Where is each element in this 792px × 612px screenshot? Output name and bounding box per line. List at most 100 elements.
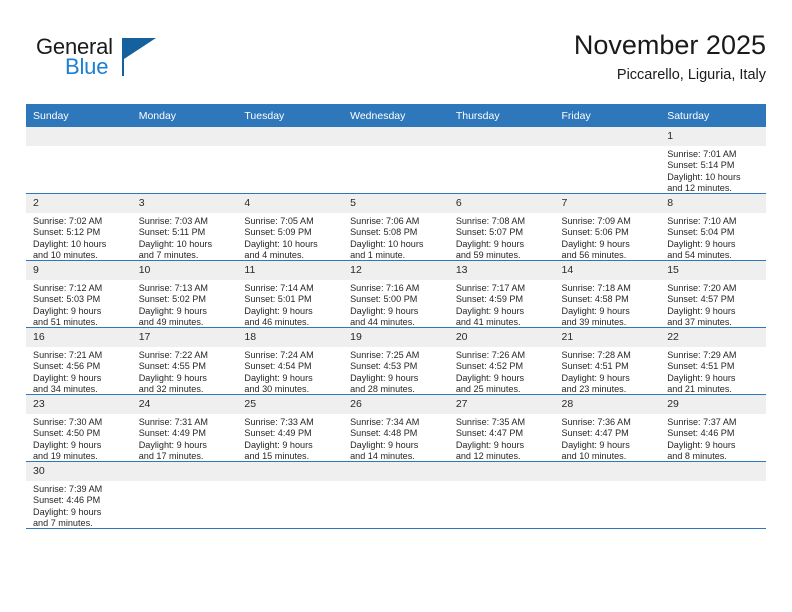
calendar-day-cell[interactable]: 5 Sunrise: 7:06 AM Sunset: 5:08 PM Daylight…	[343, 193, 449, 261]
calendar-day-cell[interactable]: 22 Sunrise: 7:29 AM Sunset: 4:51 PM Dayligh…	[660, 327, 766, 395]
daylight-duration-line1: Daylight: 9 hours	[138, 372, 207, 383]
sunrise-time: Sunrise: 7:10 AM	[667, 216, 737, 226]
day-sun-info: Sunrise: 7:14 AM Sunset: 5:01 PM Daylight:…	[237, 280, 343, 329]
day-cell-inner: 13 Sunrise: 7:17 AM Sunset: 4:59 PM Dayligh…	[448, 261, 555, 327]
day-number	[448, 462, 555, 481]
calendar-day-cell[interactable]: 17 Sunrise: 7:22 AM Sunset: 4:55 PM Dayligh…	[131, 327, 238, 395]
calendar-day-cell[interactable]: 6 Sunrise: 7:08 AM Sunset: 5:07 PM Daylight…	[448, 193, 555, 262]
calendar-day-cell[interactable]: 28 Sunrise: 7:36 AM Sunset: 4:47 PM Dayligh…	[554, 394, 661, 462]
day-cell-inner: 22 Sunrise: 7:29 AM Sunset: 4:51 PM Dayligh…	[660, 328, 766, 394]
calendar-day-cell-empty	[660, 461, 766, 529]
day-number: 28	[554, 395, 661, 414]
sunset-time: Sunset: 5:02 PM	[138, 294, 206, 305]
calendar-day-cell[interactable]: 16 Sunrise: 7:21 AM Sunset: 4:56 PM Dayligh…	[26, 327, 132, 395]
calendar-day-cell[interactable]: 10 Sunrise: 7:13 AM Sunset: 5:02 PM Dayligh…	[131, 260, 238, 329]
sunset-time: Sunset: 4:46 PM	[33, 495, 101, 506]
calendar-day-cell[interactable]: 27 Sunrise: 7:35 AM Sunset: 4:47 PM Dayligh…	[448, 394, 555, 462]
sunset-time: Sunset: 4:47 PM	[455, 428, 524, 439]
calendar-day-cell[interactable]: 2 Sunrise: 7:02 AM Sunset: 5:12 PM Daylight…	[26, 193, 132, 261]
general-blue-logo[interactable]: General Blue	[36, 34, 226, 90]
sunrise-time: Sunrise: 7:35 AM	[455, 417, 526, 427]
daylight-duration-line1: Daylight: 9 hours	[667, 238, 736, 249]
page-header: General Blue November 2025 Piccarello, L…	[26, 28, 766, 98]
calendar-day-cell[interactable]: 4 Sunrise: 7:05 AM Sunset: 5:09 PM Daylight…	[237, 193, 344, 262]
daylight-duration-line1: Daylight: 9 hours	[33, 305, 102, 316]
calendar-day-cell[interactable]: 25 Sunrise: 7:33 AM Sunset: 4:49 PM Dayligh…	[237, 394, 344, 462]
day-cell-inner: 25 Sunrise: 7:33 AM Sunset: 4:49 PM Dayligh…	[237, 395, 344, 461]
calendar-week-row: 1 Sunrise: 7:01 AM Sunset: 5:14 PM Daylight…	[26, 127, 766, 194]
daylight-duration-line1: Daylight: 9 hours	[455, 238, 525, 249]
calendar-day-cell[interactable]: 15 Sunrise: 7:20 AM Sunset: 4:57 PM Dayligh…	[660, 260, 766, 328]
weekday-header-sunday: Sunday	[26, 104, 132, 127]
calendar-day-cell[interactable]: 30 Sunrise: 7:39 AM Sunset: 4:46 PM Dayligh…	[26, 461, 132, 529]
sunrise-time: Sunrise: 7:18 AM	[561, 283, 631, 293]
day-sun-info: Sunrise: 7:05 AM Sunset: 5:09 PM Daylight:…	[237, 213, 343, 262]
logo-text-blue: Blue	[65, 54, 109, 79]
daylight-duration-line1: Daylight: 10 hours	[667, 171, 741, 182]
calendar-day-cell[interactable]: 20 Sunrise: 7:26 AM Sunset: 4:52 PM Dayligh…	[448, 327, 555, 395]
sunrise-time: Sunrise: 7:03 AM	[138, 216, 208, 226]
calendar-week-row: 16 Sunrise: 7:21 AM Sunset: 4:56 PM Dayligh…	[26, 327, 766, 396]
calendar-day-cell-empty	[131, 127, 238, 194]
day-number: 12	[343, 261, 449, 280]
day-cell-inner	[131, 462, 238, 528]
day-cell-inner: 23 Sunrise: 7:30 AM Sunset: 4:50 PM Dayligh…	[26, 395, 132, 461]
calendar-day-cell-empty	[554, 127, 661, 194]
daylight-duration-line1: Daylight: 9 hours	[561, 305, 630, 316]
day-cell-inner	[237, 462, 344, 528]
calendar-day-cell-empty	[237, 127, 344, 194]
day-number: 22	[660, 328, 766, 347]
calendar-week-row: 23 Sunrise: 7:30 AM Sunset: 4:50 PM Dayligh…	[26, 394, 766, 462]
calendar-day-cell[interactable]: 23 Sunrise: 7:30 AM Sunset: 4:50 PM Dayligh…	[26, 394, 132, 462]
weekday-header-friday: Friday	[554, 104, 661, 127]
calendar-day-cell-empty	[448, 461, 555, 529]
daylight-duration-line1: Daylight: 9 hours	[138, 305, 207, 316]
day-sun-info: Sunrise: 7:29 AM Sunset: 4:51 PM Daylight:…	[660, 347, 766, 396]
daylight-duration-line1: Daylight: 9 hours	[561, 238, 630, 249]
calendar-week-row: 2 Sunrise: 7:02 AM Sunset: 5:12 PM Daylight…	[26, 193, 766, 262]
calendar-day-cell[interactable]: 11 Sunrise: 7:14 AM Sunset: 5:01 PM Dayligh…	[237, 260, 344, 329]
calendar-day-cell[interactable]: 12 Sunrise: 7:16 AM Sunset: 5:00 PM Dayligh…	[343, 260, 449, 328]
page-title: November 2025	[573, 30, 766, 60]
day-number: 20	[448, 328, 555, 347]
calendar-day-cell[interactable]: 19 Sunrise: 7:25 AM Sunset: 4:53 PM Dayligh…	[343, 327, 449, 395]
day-cell-inner: 10 Sunrise: 7:13 AM Sunset: 5:02 PM Dayligh…	[131, 261, 238, 329]
calendar-day-cell[interactable]: 18 Sunrise: 7:24 AM Sunset: 4:54 PM Dayligh…	[237, 327, 344, 395]
calendar-day-cell[interactable]: 1 Sunrise: 7:01 AM Sunset: 5:14 PM Daylight…	[660, 127, 766, 194]
calendar-day-cell[interactable]: 9 Sunrise: 7:12 AM Sunset: 5:03 PM Daylight…	[26, 260, 132, 328]
title-block: November 2025 Piccarello, Liguria, Italy	[574, 28, 766, 86]
sunrise-time: Sunrise: 7:39 AM	[33, 484, 103, 494]
calendar-day-cell-empty	[343, 461, 449, 529]
calendar-day-cell[interactable]: 13 Sunrise: 7:17 AM Sunset: 4:59 PM Dayligh…	[448, 260, 555, 328]
weekday-header-thursday: Thursday	[448, 104, 555, 127]
sunset-time: Sunset: 4:48 PM	[350, 428, 418, 439]
calendar-day-cell[interactable]: 21 Sunrise: 7:28 AM Sunset: 4:51 PM Dayligh…	[554, 327, 661, 396]
day-sun-info: Sunrise: 7:28 AM Sunset: 4:51 PM Daylight:…	[555, 347, 661, 396]
daylight-duration-line1: Daylight: 9 hours	[350, 372, 419, 383]
calendar-day-cell[interactable]: 14 Sunrise: 7:18 AM Sunset: 4:58 PM Dayligh…	[554, 260, 661, 328]
daylight-duration-line1: Daylight: 9 hours	[244, 305, 313, 316]
calendar-day-cell-empty	[237, 461, 344, 529]
calendar-day-cell[interactable]: 8 Sunrise: 7:10 AM Sunset: 5:04 PM Daylight…	[660, 193, 766, 262]
calendar-day-cell[interactable]: 29 Sunrise: 7:37 AM Sunset: 4:46 PM Dayligh…	[660, 394, 766, 462]
day-number: 27	[448, 395, 555, 414]
sunrise-time: Sunrise: 7:01 AM	[667, 149, 737, 159]
sunrise-time: Sunrise: 7:37 AM	[667, 417, 737, 427]
day-sun-info: Sunrise: 7:01 AM Sunset: 5:14 PM Daylight:…	[660, 146, 766, 195]
calendar-day-cell[interactable]: 3 Sunrise: 7:03 AM Sunset: 5:11 PM Daylight…	[131, 193, 238, 261]
calendar-day-cell[interactable]: 7 Sunrise: 7:09 AM Sunset: 5:06 PM Daylight…	[554, 193, 661, 261]
day-number: 29	[660, 395, 766, 414]
calendar-day-cell[interactable]: 26 Sunrise: 7:34 AM Sunset: 4:48 PM Dayligh…	[343, 394, 449, 462]
day-sun-info: Sunrise: 7:10 AM Sunset: 5:04 PM Daylight:…	[660, 213, 766, 262]
sunset-time: Sunset: 5:08 PM	[350, 227, 418, 238]
calendar-day-cell[interactable]: 24 Sunrise: 7:31 AM Sunset: 4:49 PM Dayligh…	[131, 394, 238, 462]
day-number: 23	[26, 395, 132, 414]
day-sun-info: Sunrise: 7:08 AM Sunset: 5:07 PM Daylight:…	[449, 213, 555, 262]
day-number	[554, 127, 661, 146]
day-sun-info: Sunrise: 7:13 AM Sunset: 5:02 PM Daylight:…	[132, 280, 238, 329]
day-number	[660, 462, 766, 481]
day-cell-inner: 19 Sunrise: 7:25 AM Sunset: 4:53 PM Dayligh…	[343, 328, 449, 394]
day-cell-inner: 2 Sunrise: 7:02 AM Sunset: 5:12 PM Daylight…	[26, 194, 132, 260]
day-number: 16	[26, 328, 132, 347]
day-number: 19	[343, 328, 449, 347]
